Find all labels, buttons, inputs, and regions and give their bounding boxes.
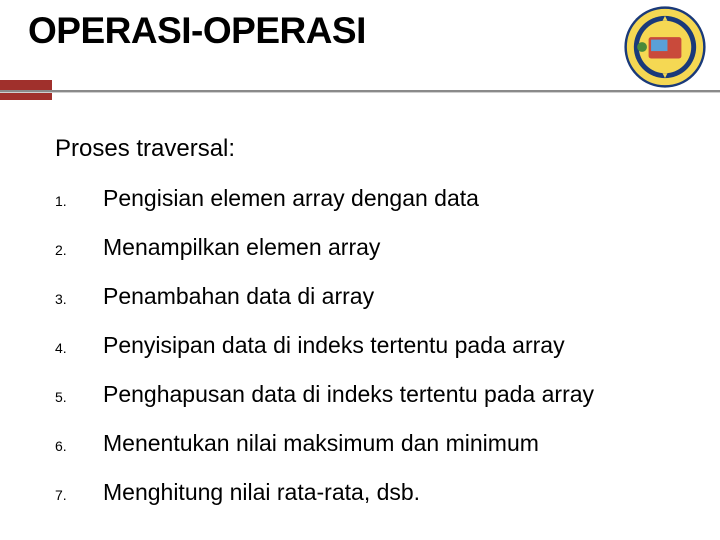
- slide-header: OPERASI-OPERASI: [0, 0, 720, 95]
- list-item: 6. Menentukan nilai maksimum dan minimum: [55, 430, 675, 457]
- list-item: 3. Penambahan data di array: [55, 283, 675, 310]
- university-logo-icon: [624, 6, 706, 88]
- list-text: Penyisipan data di indeks tertentu pada …: [103, 332, 565, 359]
- slide-title: OPERASI-OPERASI: [28, 10, 720, 52]
- list-item: 1. Pengisian elemen array dengan data: [55, 185, 675, 212]
- list-text: Penghapusan data di indeks tertentu pada…: [103, 381, 594, 408]
- list-item: 5. Penghapusan data di indeks tertentu p…: [55, 381, 675, 408]
- list-number: 6.: [55, 438, 103, 454]
- list-number: 2.: [55, 242, 103, 258]
- list-item: 2. Menampilkan elemen array: [55, 234, 675, 261]
- list-number: 1.: [55, 193, 103, 209]
- divider-line: [0, 90, 720, 92]
- list-text: Pengisian elemen array dengan data: [103, 185, 479, 212]
- items-list: 1. Pengisian elemen array dengan data 2.…: [55, 185, 675, 506]
- list-text: Menentukan nilai maksimum dan minimum: [103, 430, 539, 457]
- list-text: Menampilkan elemen array: [103, 234, 380, 261]
- list-number: 5.: [55, 389, 103, 405]
- list-text: Menghitung nilai rata-rata, dsb.: [103, 479, 420, 506]
- list-item: 7. Menghitung nilai rata-rata, dsb.: [55, 479, 675, 506]
- list-text: Penambahan data di array: [103, 283, 374, 310]
- slide-content: Proses traversal: 1. Pengisian elemen ar…: [0, 95, 720, 506]
- list-number: 3.: [55, 291, 103, 307]
- list-item: 4. Penyisipan data di indeks tertentu pa…: [55, 332, 675, 359]
- list-number: 7.: [55, 487, 103, 503]
- subtitle: Proses traversal:: [55, 135, 675, 163]
- list-number: 4.: [55, 340, 103, 356]
